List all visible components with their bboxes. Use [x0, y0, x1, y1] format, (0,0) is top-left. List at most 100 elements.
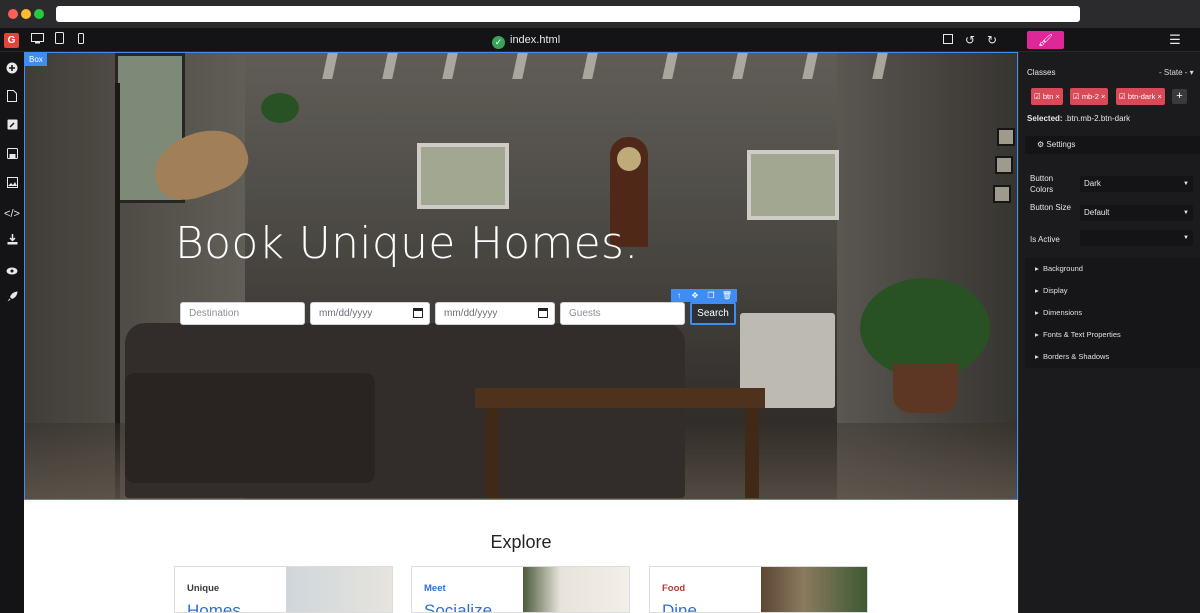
hero-section[interactable]: Box Book Unique Homes. Destination mm/dd…: [24, 52, 1018, 500]
class-tag-btn[interactable]: ☑ btn ×: [1031, 88, 1063, 105]
class-tag-btn-dark[interactable]: ☑ btn-dark ×: [1116, 88, 1165, 105]
card-image: [286, 567, 392, 612]
section-background[interactable]: ▸ Background: [1025, 258, 1200, 280]
file-name-label: index.html: [510, 34, 561, 46]
checkout-date-input[interactable]: mm/dd/yyyy: [435, 302, 555, 325]
style-manager-tab[interactable]: 🖌: [1027, 31, 1064, 49]
rocket-icon[interactable]: [3, 290, 21, 308]
close-icon[interactable]: ×: [1101, 92, 1105, 101]
menu-icon[interactable]: ☰: [1166, 31, 1184, 49]
calendar-icon[interactable]: [413, 308, 423, 318]
close-icon[interactable]: ×: [1157, 92, 1161, 101]
selected-value: .btn.mb-2.btn-dark: [1064, 114, 1131, 123]
class-tag-label: mb-2: [1081, 92, 1099, 101]
page-icon[interactable]: [3, 90, 21, 108]
plus-icon[interactable]: [3, 62, 21, 80]
card-kicker: Food: [662, 583, 686, 594]
section-display[interactable]: ▸ Display: [1025, 280, 1200, 302]
select-value: Dark: [1084, 179, 1101, 188]
class-tag-label: btn: [1042, 92, 1054, 101]
redo-icon[interactable]: ↻: [983, 31, 1001, 49]
maximize-window-button[interactable]: [34, 9, 44, 19]
tablet-icon[interactable]: [50, 31, 68, 49]
card-heading: Dine: [662, 601, 697, 613]
add-class-button[interactable]: +: [1172, 89, 1187, 104]
card-kicker: Unique: [187, 583, 220, 594]
check-icon: ✓: [492, 36, 505, 49]
button-size-select[interactable]: Default ▼: [1080, 205, 1193, 221]
image-icon[interactable]: [3, 176, 21, 194]
explore-title[interactable]: Explore: [24, 532, 1018, 553]
undo-icon[interactable]: ↺: [961, 31, 979, 49]
card-image: [523, 567, 629, 612]
select-value: Default: [1084, 208, 1110, 217]
card-heading: Homes: [187, 601, 241, 613]
checkin-placeholder: mm/dd/yyyy: [319, 308, 373, 319]
pencil-icon[interactable]: [3, 118, 21, 136]
card-socialize[interactable]: Meet Socialize: [411, 566, 630, 613]
section-dimensions[interactable]: ▸ Dimensions: [1025, 302, 1200, 324]
settings-label: Settings: [1046, 140, 1076, 149]
state-select[interactable]: - State - ▾: [1159, 68, 1194, 77]
code-icon[interactable]: </>: [3, 205, 21, 223]
editor-canvas[interactable]: Box Book Unique Homes. Destination mm/dd…: [24, 52, 1018, 613]
search-button[interactable]: Search: [690, 302, 736, 325]
close-icon[interactable]: ×: [1055, 92, 1059, 101]
desktop-icon[interactable]: [28, 31, 46, 49]
destination-input[interactable]: Destination: [180, 302, 305, 325]
class-tag-mb-2[interactable]: ☑ mb-2 ×: [1070, 88, 1109, 105]
guests-input[interactable]: Guests: [560, 302, 685, 325]
section-label: Display: [1042, 286, 1068, 295]
arrow-up-icon[interactable]: ↑: [671, 289, 687, 302]
section-borders[interactable]: ▸ Borders & Shadows: [1025, 346, 1200, 368]
caret-down-icon: ▼: [1183, 181, 1189, 187]
close-window-button[interactable]: [8, 9, 18, 19]
logo-icon[interactable]: G: [4, 33, 19, 48]
card-homes[interactable]: Unique Homes: [174, 566, 393, 613]
section-label: Borders & Shadows: [1042, 352, 1110, 361]
caret-down-icon: ▼: [1183, 210, 1189, 216]
selected-label: Selected:: [1027, 114, 1063, 123]
mobile-icon[interactable]: [72, 31, 90, 49]
card-image: [761, 567, 867, 612]
settings-section[interactable]: ⚙ Settings: [1025, 136, 1200, 154]
hero-title[interactable]: Book Unique Homes.: [175, 218, 639, 269]
file-name: ✓ index.html: [492, 32, 561, 49]
brush-icon: 🖌: [1037, 33, 1054, 47]
card-dine[interactable]: Food Dine: [649, 566, 868, 613]
browser-chrome: [0, 0, 1200, 28]
square-icon[interactable]: [939, 31, 957, 49]
card-heading: Socialize: [424, 601, 493, 613]
button-colors-label: Button Colors: [1030, 174, 1054, 194]
section-fonts[interactable]: ▸ Fonts & Text Properties: [1025, 324, 1200, 346]
minimize-window-button[interactable]: [21, 9, 31, 19]
move-icon[interactable]: ✥: [687, 289, 703, 302]
download-icon[interactable]: [3, 233, 21, 251]
state-select-value: - State -: [1159, 68, 1188, 77]
section-label: Dimensions: [1042, 308, 1083, 317]
trash-icon[interactable]: 🗑: [719, 289, 735, 302]
left-toolbar: </>: [0, 52, 24, 613]
gear-icon: ⚙: [1037, 140, 1045, 149]
calendar-icon[interactable]: [538, 308, 548, 318]
is-active-label: Is Active: [1030, 235, 1060, 244]
element-toolbar: ↑ ✥ ❐ 🗑: [671, 289, 737, 302]
style-manager-panel: Classes - State - ▾ ☑ btn × ☑ mb-2 × ☑ b…: [1018, 52, 1200, 613]
eye-icon[interactable]: [3, 263, 21, 281]
checkin-date-input[interactable]: mm/dd/yyyy: [310, 302, 430, 325]
checkout-placeholder: mm/dd/yyyy: [444, 308, 498, 319]
card-kicker: Meet: [424, 583, 446, 594]
button-colors-select[interactable]: Dark ▼: [1080, 176, 1193, 192]
classes-label: Classes: [1027, 68, 1056, 77]
address-bar[interactable]: [56, 6, 1080, 22]
selected-box-label: Box: [25, 53, 47, 66]
copy-icon[interactable]: ❐: [703, 289, 719, 302]
editor-topbar: G ✓ index.html ↺ ↻ 🖌 ☰: [0, 28, 1200, 52]
hero-overlay: [25, 53, 1017, 499]
caret-down-icon: ▼: [1183, 235, 1189, 241]
selected-classes: Selected: .btn.mb-2.btn-dark: [1027, 114, 1130, 123]
save-icon[interactable]: [3, 147, 21, 165]
button-size-label: Button Size: [1030, 203, 1071, 212]
is-active-select[interactable]: ▼: [1080, 230, 1193, 246]
section-label: Background: [1042, 264, 1083, 273]
